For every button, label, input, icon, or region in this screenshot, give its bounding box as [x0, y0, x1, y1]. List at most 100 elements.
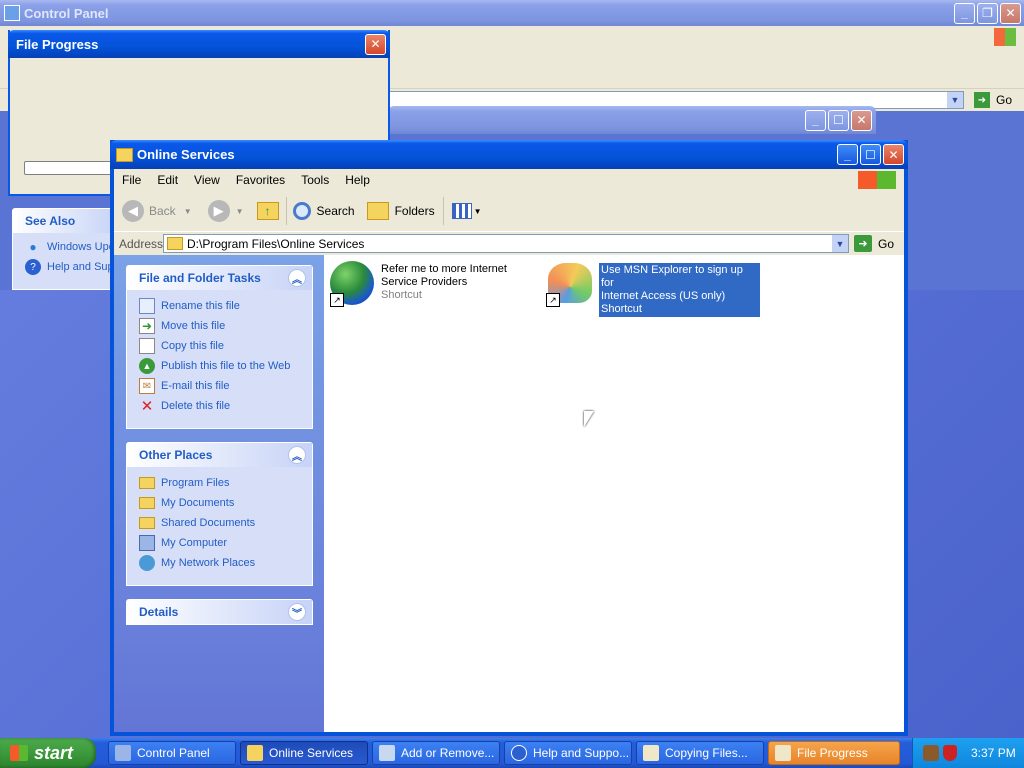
taskbar-help-support[interactable]: Help and Suppo...	[504, 741, 632, 765]
dropdown-icon[interactable]: ▼	[947, 92, 963, 108]
go-arrow-icon[interactable]: ➜	[854, 235, 872, 252]
place-my-computer[interactable]: My Computer	[127, 533, 312, 553]
forward-arrow-icon: ▶	[207, 200, 230, 222]
minimize-button[interactable]: _	[805, 109, 826, 131]
close-button[interactable]: ✕	[1000, 2, 1021, 24]
collapse-chevron-icon[interactable]: ︽	[288, 269, 306, 287]
network-places-icon	[139, 555, 155, 571]
task-copy[interactable]: Copy this file	[127, 336, 312, 356]
delete-icon: ✕	[140, 398, 154, 415]
see-also-header[interactable]: See Also	[13, 209, 117, 233]
expand-chevron-icon[interactable]: ︾	[288, 603, 306, 621]
go-arrow-icon[interactable]: ➜	[974, 92, 990, 108]
copying-files-icon	[643, 745, 659, 761]
file-name-line2: Service Providers	[381, 276, 468, 288]
menu-tools[interactable]: Tools	[293, 173, 337, 187]
place-shared-documents[interactable]: Shared Documents	[127, 513, 312, 533]
system-tray: 3:37 PM	[912, 738, 1024, 768]
start-button[interactable]: start	[0, 738, 96, 768]
forward-dropdown-icon[interactable]: ▼	[236, 207, 244, 216]
file-name-line1: Refer me to more Internet	[381, 263, 507, 275]
back-dropdown-icon[interactable]: ▼	[184, 207, 192, 216]
file-folder-tasks-header[interactable]: File and Folder Tasks ︽	[127, 266, 312, 290]
place-my-documents[interactable]: My Documents	[127, 493, 312, 513]
file-type: Shortcut	[601, 303, 642, 315]
views-button[interactable]: ▼	[451, 203, 482, 219]
address-dropdown-icon[interactable]: ▼	[832, 235, 848, 252]
search-button[interactable]: Search	[292, 202, 355, 220]
mouse-cursor-icon	[584, 411, 594, 427]
see-also-help[interactable]: ? Help and Sup	[13, 257, 117, 277]
folder-icon	[247, 745, 263, 761]
control-panel-titlebar[interactable]: Control Panel _ ❐ ✕	[0, 0, 1024, 26]
collapse-chevron-icon[interactable]: ︽	[288, 446, 306, 464]
menu-file[interactable]: File	[114, 173, 149, 187]
see-also-windows-update[interactable]: ● Windows Upd	[13, 237, 117, 257]
task-publish[interactable]: ▲ Publish this file to the Web	[127, 356, 312, 376]
up-folder-icon: ↑	[256, 202, 279, 220]
back-arrow-icon: ◀	[122, 200, 144, 222]
maximize-button[interactable]: ☐	[860, 144, 881, 165]
close-button[interactable]: ✕	[851, 109, 872, 131]
taskbar: start Control Panel Online Services Add …	[0, 738, 1024, 768]
task-delete[interactable]: ✕ Delete this file	[127, 396, 312, 416]
taskbar-copying-files[interactable]: Copying Files...	[636, 741, 764, 765]
tray-user-icon[interactable]	[923, 745, 939, 761]
folders-button[interactable]: Folders	[366, 202, 435, 220]
menu-favorites[interactable]: Favorites	[228, 173, 293, 187]
menu-edit[interactable]: Edit	[149, 173, 186, 187]
place-network[interactable]: My Network Places	[127, 553, 312, 573]
control-panel-icon	[4, 5, 20, 21]
file-type: Shortcut	[381, 289, 422, 301]
forward-button[interactable]: ▶ ▼	[207, 200, 244, 222]
maximize-button[interactable]: ☐	[828, 109, 849, 131]
taskbar-add-remove[interactable]: Add or Remove...	[372, 741, 500, 765]
control-panel-go-label[interactable]: Go	[996, 93, 1012, 107]
tray-security-shield-icon[interactable]	[943, 745, 957, 761]
explorer-window: Online Services _ ☐ ✕ File Edit View Fav…	[110, 140, 908, 736]
menu-help[interactable]: Help	[337, 173, 378, 187]
minimize-button[interactable]: _	[954, 2, 975, 24]
place-program-files[interactable]: Program Files	[127, 473, 312, 493]
go-label[interactable]: Go	[878, 237, 894, 251]
details-panel: Details ︾	[126, 599, 313, 625]
task-rename[interactable]: Rename this file	[127, 296, 312, 316]
shortcut-arrow-icon: ↗	[330, 293, 344, 307]
restore-button[interactable]: ❐	[977, 2, 998, 24]
explorer-addressbar: Address D:\Program Files\Online Services…	[114, 231, 904, 256]
menu-view[interactable]: View	[186, 173, 228, 187]
file-name-line2: Internet Access (US only)	[601, 290, 726, 302]
back-button[interactable]: ◀ Back ▼	[122, 200, 192, 222]
address-label: Address	[119, 237, 164, 251]
file-item-selected[interactable]: ↗ Use MSN Explorer to sign up for Intern…	[546, 261, 766, 317]
search-icon	[292, 202, 311, 220]
explorer-titlebar[interactable]: Online Services _ ☐ ✕	[110, 140, 908, 169]
close-button[interactable]: ✕	[365, 33, 386, 55]
move-icon: ➜	[139, 318, 155, 334]
taskbar-online-services[interactable]: Online Services	[240, 741, 368, 765]
windows-flag-icon	[10, 745, 28, 761]
taskbar-control-panel[interactable]: Control Panel	[108, 741, 236, 765]
explorer-toolbar: ◀ Back ▼ ▶ ▼ ↑ Search Folders ▼	[114, 191, 904, 232]
task-email[interactable]: ✉ E-mail this file	[127, 376, 312, 396]
add-remove-titlebar[interactable]: _ ☐ ✕	[388, 106, 876, 134]
address-field[interactable]: D:\Program Files\Online Services ▼	[163, 234, 849, 253]
my-computer-icon	[139, 535, 155, 551]
folders-icon	[366, 202, 389, 220]
details-header[interactable]: Details ︾	[127, 600, 312, 624]
help-icon: ?	[25, 259, 41, 275]
taskbar-file-progress[interactable]: File Progress	[768, 741, 900, 765]
task-move[interactable]: ➜ Move this file	[127, 316, 312, 336]
file-item[interactable]: ↗ Refer me to more Internet Service Prov…	[330, 261, 530, 313]
minimize-button[interactable]: _	[837, 144, 858, 165]
clock[interactable]: 3:37 PM	[971, 746, 1016, 760]
file-folder-tasks-panel: File and Folder Tasks ︽ Rename this file…	[126, 265, 313, 429]
views-dropdown-icon: ▼	[473, 206, 482, 216]
file-progress-titlebar[interactable]: File Progress ✕	[8, 30, 390, 58]
windows-logo-icon	[994, 28, 1016, 46]
explorer-title: Online Services	[137, 147, 235, 162]
other-places-header[interactable]: Other Places ︽	[127, 443, 312, 467]
up-folder-button[interactable]: ↑	[256, 199, 280, 223]
windows-update-icon: ●	[29, 240, 37, 254]
close-button[interactable]: ✕	[883, 144, 904, 165]
